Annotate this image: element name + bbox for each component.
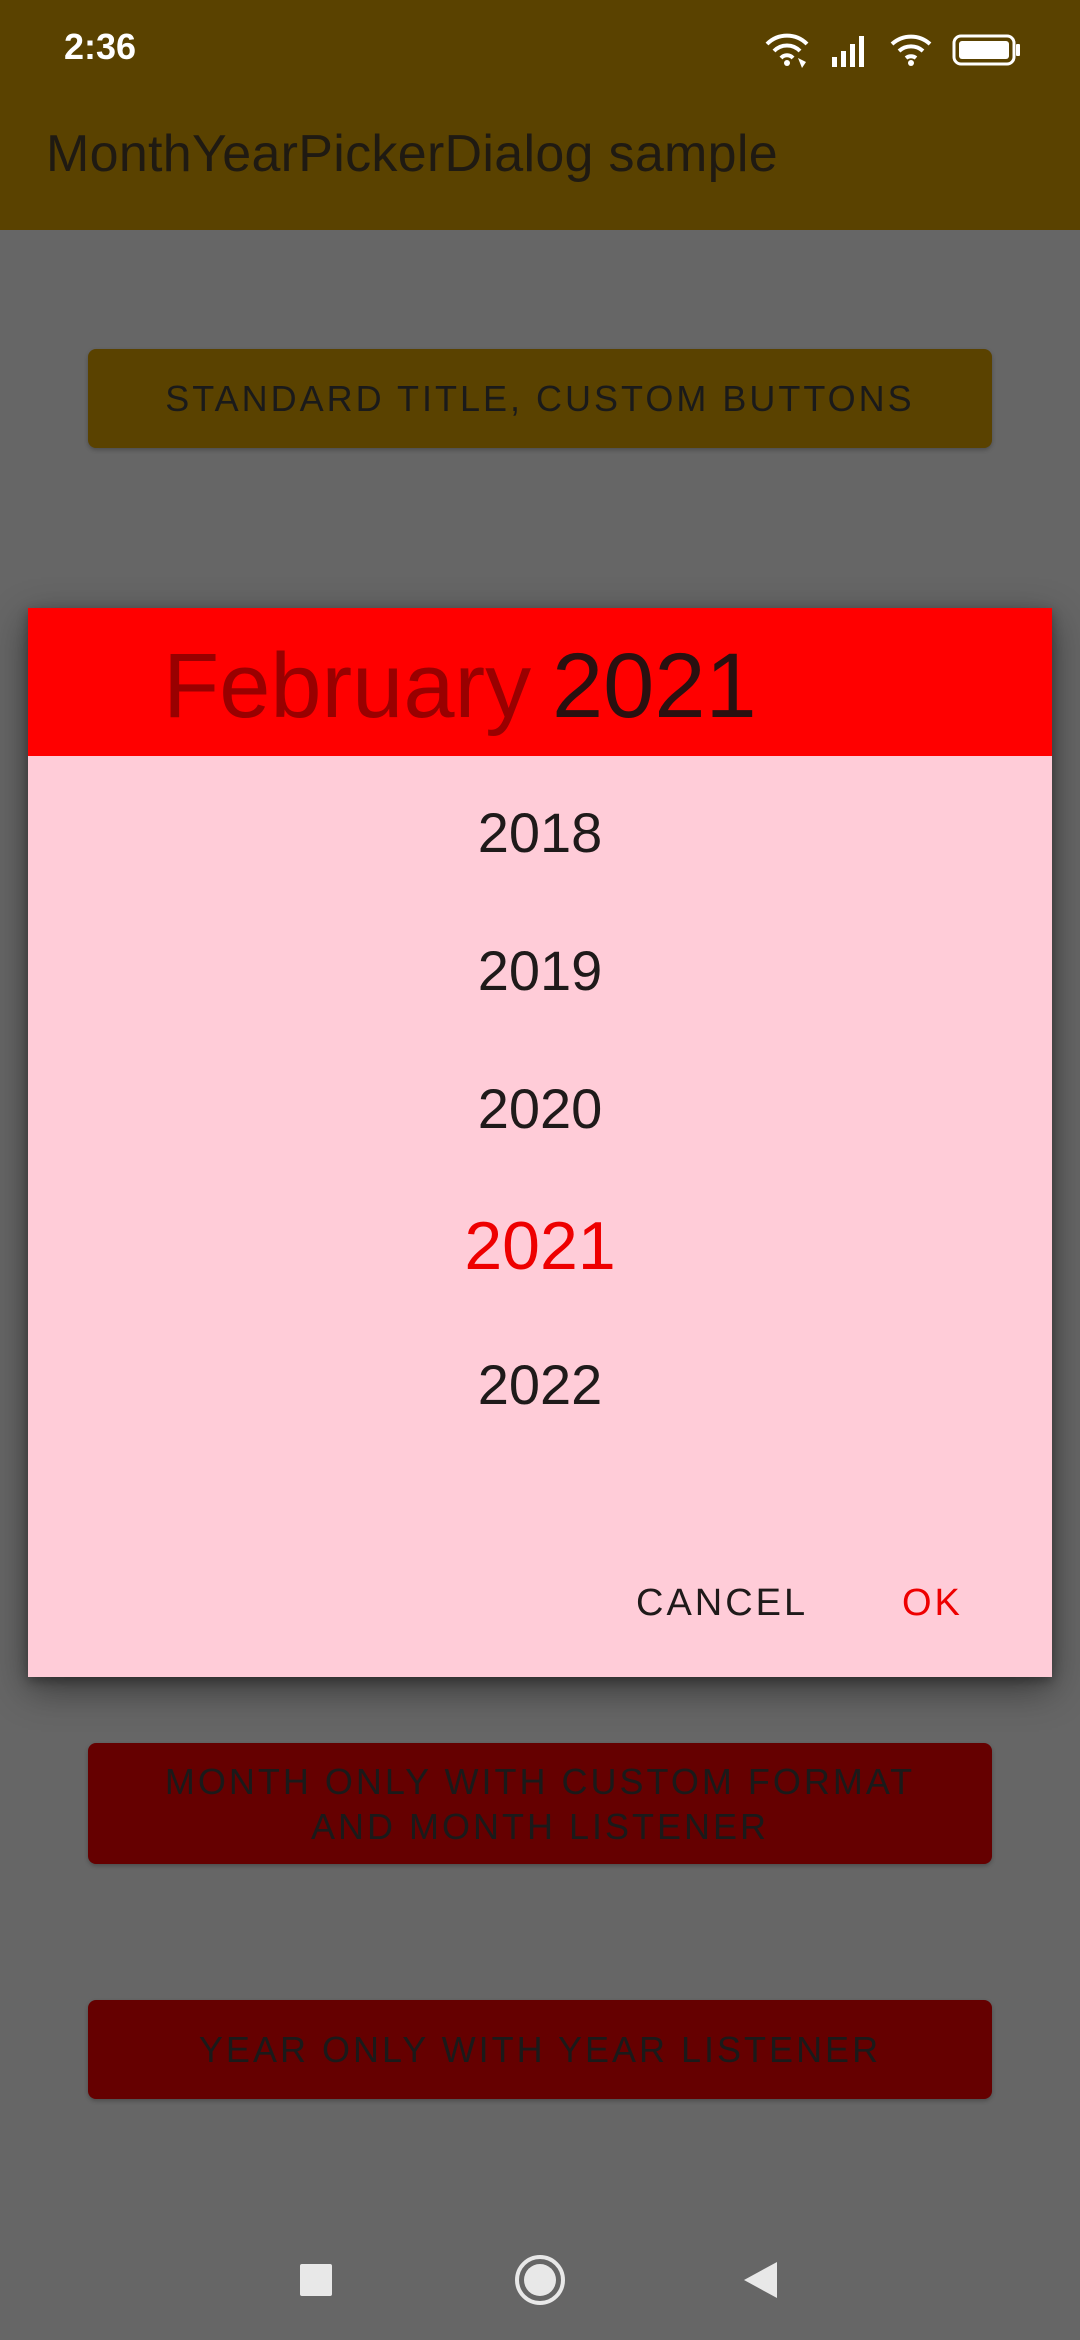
back-icon (744, 2262, 777, 2298)
month-only-button[interactable]: Month only with custom format and month … (88, 1743, 992, 1864)
status-bar: 2:36 (0, 0, 1080, 96)
year-only-button[interactable]: Year only with year listener (88, 2000, 992, 2099)
back-button[interactable] (730, 2220, 790, 2340)
wifi-calling-icon (765, 33, 809, 68)
year-item-2020[interactable]: 2020 (28, 1076, 1052, 1141)
signal-icon (832, 36, 864, 67)
status-time: 2:36 (64, 26, 137, 67)
recents-icon (300, 2264, 332, 2296)
year-item-2022[interactable]: 2022 (28, 1352, 1052, 1417)
month-only-label-line1: Month only with custom format (164, 1760, 916, 1802)
recents-button[interactable] (286, 2220, 346, 2340)
month-only-label-line2: and month listener (310, 1805, 770, 1847)
year-item-selected[interactable]: 2021 (28, 1207, 1052, 1285)
battery-icon (952, 34, 1020, 66)
status-icons (764, 28, 1022, 72)
home-button[interactable] (510, 2220, 570, 2340)
header-year[interactable]: 2021 (552, 634, 757, 739)
cancel-button[interactable]: CANCEL (636, 1582, 808, 1625)
wifi-icon (890, 34, 932, 66)
navigation-bar (0, 2220, 1080, 2340)
app-title: MonthYearPickerDialog sample (46, 125, 778, 183)
year-item-2018[interactable]: 2018 (28, 800, 1052, 865)
dialog-actions: CANCEL OK (28, 1527, 1052, 1677)
year-item-2019[interactable]: 2019 (28, 938, 1052, 1003)
header-month[interactable]: February (163, 634, 531, 739)
month-year-picker-dialog: February 2021 2018 2019 2020 2021 2022 C… (28, 608, 1052, 1677)
standard-title-button[interactable]: Standard title, custom buttons (88, 349, 992, 448)
ok-button[interactable]: OK (902, 1582, 963, 1625)
app-bar: MonthYearPickerDialog sample (0, 96, 1080, 230)
home-icon (515, 2255, 565, 2305)
dialog-header: February 2021 (28, 608, 1052, 756)
